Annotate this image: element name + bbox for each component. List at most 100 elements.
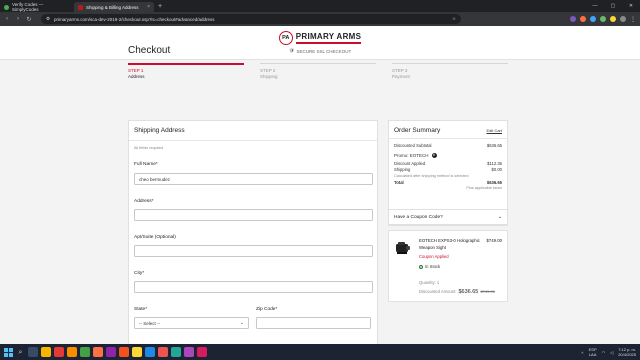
stock-status: ✓ In Stock	[419, 264, 441, 269]
maximize-icon[interactable]: ▢	[604, 0, 622, 12]
extension-icon[interactable]	[580, 16, 586, 22]
app-icon[interactable]	[54, 347, 64, 357]
browser-tab-verify-codes[interactable]: Verify Codes — SimplyCodes	[0, 2, 74, 12]
tab-title: Verify Codes — SimplyCodes	[12, 2, 44, 12]
app-icon[interactable]	[119, 347, 129, 357]
file-explorer-icon[interactable]	[41, 347, 51, 357]
app-icon[interactable]	[158, 347, 168, 357]
address-label: Address*	[134, 199, 154, 204]
primary-arms-logo[interactable]: PA PRIMARY ARMS	[278, 31, 362, 45]
close-tab-icon[interactable]: ×	[147, 4, 150, 10]
coupon-label: Have a Coupon Code?	[394, 214, 443, 220]
product-name[interactable]: EOTECH EXPS3-0 Holographic Weapon Sight	[419, 238, 481, 251]
city-input[interactable]	[134, 281, 373, 293]
page-title: Checkout	[128, 45, 171, 56]
app-icon[interactable]	[145, 347, 155, 357]
holographic-sight-image[interactable]	[395, 241, 411, 255]
windows-taskbar: ⌕ ˄ ESP LAA ◠ ◁ 7:12 p. m. 20/4/2025	[0, 344, 640, 360]
step-shipping[interactable]: STEP 2 Shipping	[260, 68, 278, 80]
state-label: State*	[134, 307, 148, 312]
extension-icon[interactable]	[590, 16, 596, 22]
zip-label: Zip Code*	[256, 307, 278, 312]
close-window-icon[interactable]: ✕	[622, 0, 640, 12]
chevron-up-icon[interactable]: ˄	[581, 350, 583, 355]
tab-title: Shipping & Billing Address	[86, 4, 139, 10]
bookmark-star-icon[interactable]: ☆	[452, 16, 456, 22]
check-circle-icon: ✓	[419, 264, 423, 269]
extensions-area: ⋮	[570, 16, 636, 23]
minimize-icon[interactable]: —	[586, 0, 604, 12]
step-address[interactable]: STEP 1 Address	[128, 68, 145, 80]
quantity-label: Quantity: 1	[419, 280, 440, 285]
cart-item-card: EOTECH EXPS3-0 Holographic Weapon Sight …	[388, 230, 508, 302]
browser-tab-bar: Verify Codes — SimplyCodes Shipping & Bi…	[0, 0, 640, 12]
coupon-applied-label: Coupon Applied	[419, 254, 449, 259]
extension-icon[interactable]	[610, 16, 616, 22]
app-icon[interactable]	[93, 347, 103, 357]
extension-icon[interactable]	[570, 16, 576, 22]
back-icon[interactable]: ‹	[4, 16, 10, 22]
forward-icon[interactable]: ›	[15, 16, 21, 22]
full-name-input[interactable]: cheo bermudez	[134, 173, 373, 185]
language-indicator[interactable]: ESP LAA	[589, 347, 597, 357]
apt-label: Apt/Suite (Optional)	[134, 235, 176, 240]
extension-icon[interactable]	[600, 16, 606, 22]
chrome-icon[interactable]	[80, 347, 90, 357]
remove-promo-icon[interactable]: ✕	[431, 152, 437, 158]
site-info-icon[interactable]: ⚙	[46, 16, 50, 22]
logo-badge: PA	[278, 31, 293, 45]
step-3-line	[392, 63, 508, 64]
ssl-text: SECURE SSL CHECKOUT	[296, 48, 352, 54]
site-header: PA PRIMARY ARMS 🛡 SECURE SSL CHECKOUT	[0, 26, 640, 60]
address-bar[interactable]: ⚙ primaryarms.com/sca-dev-2019-2/checkou…	[41, 14, 461, 24]
product-price: $749.00	[486, 238, 502, 243]
full-name-label: Full Name*	[134, 162, 158, 167]
coupon-code-toggle[interactable]: Have a Coupon Code? ⌄	[388, 209, 508, 225]
discounted-amount: Discounted Amount: $636.65 $749.00	[419, 289, 495, 295]
browser-tab-shipping[interactable]: Shipping & Billing Address ×	[74, 2, 154, 12]
shipping-address-card: Shipping Address All fields required Ful…	[128, 120, 378, 350]
app-icon[interactable]	[132, 347, 142, 357]
task-view-icon[interactable]	[28, 347, 38, 357]
app-icon[interactable]	[171, 347, 181, 357]
primary-arms-favicon-icon	[78, 4, 83, 10]
clock[interactable]: 7:12 p. m. 20/4/2025	[618, 347, 636, 357]
app-icon[interactable]	[197, 347, 207, 357]
chevron-down-icon: ⌄	[497, 214, 502, 220]
windows-start-icon[interactable]	[4, 347, 13, 357]
shipping-heading: Shipping Address	[129, 121, 377, 141]
profile-avatar-icon[interactable]	[620, 16, 626, 22]
simplycodes-favicon-icon	[4, 4, 9, 10]
edit-cart-link[interactable]: Edit Cart	[486, 128, 502, 133]
menu-dots-icon[interactable]: ⋮	[630, 16, 636, 23]
app-icon[interactable]	[67, 347, 77, 357]
url-text: primaryarms.com/sca-dev-2019-2/checkout.…	[54, 16, 215, 22]
wifi-icon[interactable]: ◠	[602, 350, 606, 355]
volume-icon[interactable]: ◁	[610, 350, 613, 355]
app-icon[interactable]	[184, 347, 194, 357]
state-select-value: -- Select --	[139, 320, 161, 326]
promo-row: Promo: EOTECH ✕	[389, 150, 507, 161]
browser-toolbar: ‹ › ↻ ⚙ primaryarms.com/sca-dev-2019-2/c…	[0, 12, 640, 26]
apt-input[interactable]	[134, 245, 373, 257]
zip-input[interactable]	[256, 317, 371, 329]
logo-name: PRIMARY ARMS	[295, 32, 362, 41]
city-label: City*	[134, 271, 145, 276]
full-name-value: cheo bermudez	[139, 176, 171, 182]
state-select[interactable]: -- Select -- ⌄	[134, 317, 249, 329]
app-icon[interactable]	[106, 347, 116, 357]
logo-underline	[295, 42, 362, 44]
address-input[interactable]	[134, 209, 373, 221]
reload-icon[interactable]: ↻	[26, 16, 32, 23]
search-icon[interactable]: ⌕	[16, 348, 25, 357]
order-summary-heading: Order Summary	[394, 127, 441, 134]
system-tray: ˄ ESP LAA ◠ ◁ 7:12 p. m. 20/4/2025	[581, 347, 636, 357]
shipping-note: Calculated after shipping method is sele…	[394, 173, 469, 178]
shield-icon: 🛡	[288, 48, 295, 53]
ssl-badge: 🛡 SECURE SSL CHECKOUT	[289, 48, 352, 54]
step-1-line	[128, 62, 244, 65]
window-controls: — ▢ ✕	[586, 0, 640, 12]
new-tab-button[interactable]: +	[154, 2, 166, 12]
step-payment[interactable]: STEP 3 Payment	[392, 68, 410, 80]
step-2-line	[260, 63, 376, 64]
